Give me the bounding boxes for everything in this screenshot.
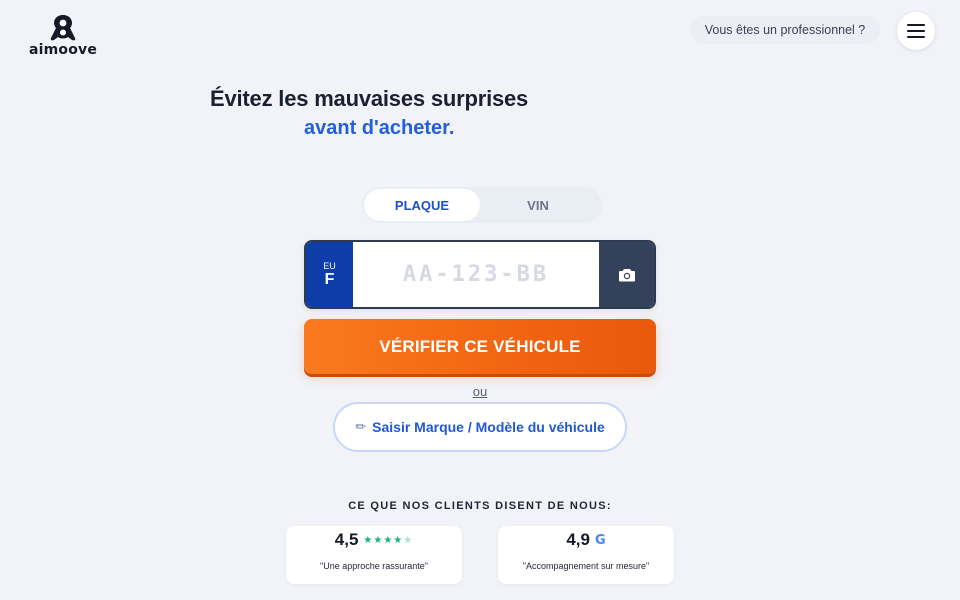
logo-mark-icon [50, 15, 76, 41]
menu-button[interactable] [897, 12, 935, 50]
google-icon: G [594, 532, 606, 548]
brand-model-label: Saisir Marque / Modèle du véhicule [372, 419, 605, 435]
hero-subtitle: avant d'acheter. [304, 117, 455, 139]
camera-icon [618, 268, 635, 281]
review-quote: "Une approche rassurante" [320, 561, 428, 571]
hamburger-icon [907, 24, 925, 38]
brand-model-button[interactable]: ✏ Saisir Marque / Modèle du véhicule [333, 402, 627, 452]
verify-vehicle-button[interactable]: VÉRIFIER CE VÉHICULE [304, 319, 656, 374]
review-card-google: 4,9 G "Accompagnement sur mesure" [498, 526, 674, 584]
plate-eu-label: EU [323, 260, 336, 271]
review-card-trustpilot: 4,5 ★★★★★ "Une approche rassurante" [286, 526, 462, 584]
review-score: 4,5 [334, 530, 359, 549]
license-plate-input[interactable] [353, 242, 599, 307]
search-mode-tabs: PLAQUE VIN [362, 187, 602, 223]
hero-title: Évitez les mauvaises surprises [210, 86, 529, 111]
reviews-heading: CE QUE NOS CLIENTS DISENT DE NOUS: [348, 500, 612, 512]
or-separator: ou [472, 384, 488, 399]
professional-link[interactable]: Vous êtes un professionnel ? [690, 16, 880, 44]
review-score: 4,9 [566, 530, 590, 549]
trustpilot-stars-icon: ★★★★★ [363, 534, 414, 546]
pencil-icon: ✏ [355, 419, 367, 434]
tab-vin[interactable]: VIN [480, 189, 596, 221]
camera-button[interactable] [599, 242, 654, 307]
license-plate-field: EU F [304, 240, 656, 309]
tab-plaque[interactable]: PLAQUE [364, 189, 480, 221]
review-quote: "Accompagnement sur mesure" [522, 561, 650, 571]
plate-eu-band: EU F [306, 242, 353, 307]
logo-text: aimoove [28, 42, 98, 58]
aimoove-logo[interactable]: aimoove [24, 14, 102, 60]
plate-country-code: F [324, 270, 335, 288]
